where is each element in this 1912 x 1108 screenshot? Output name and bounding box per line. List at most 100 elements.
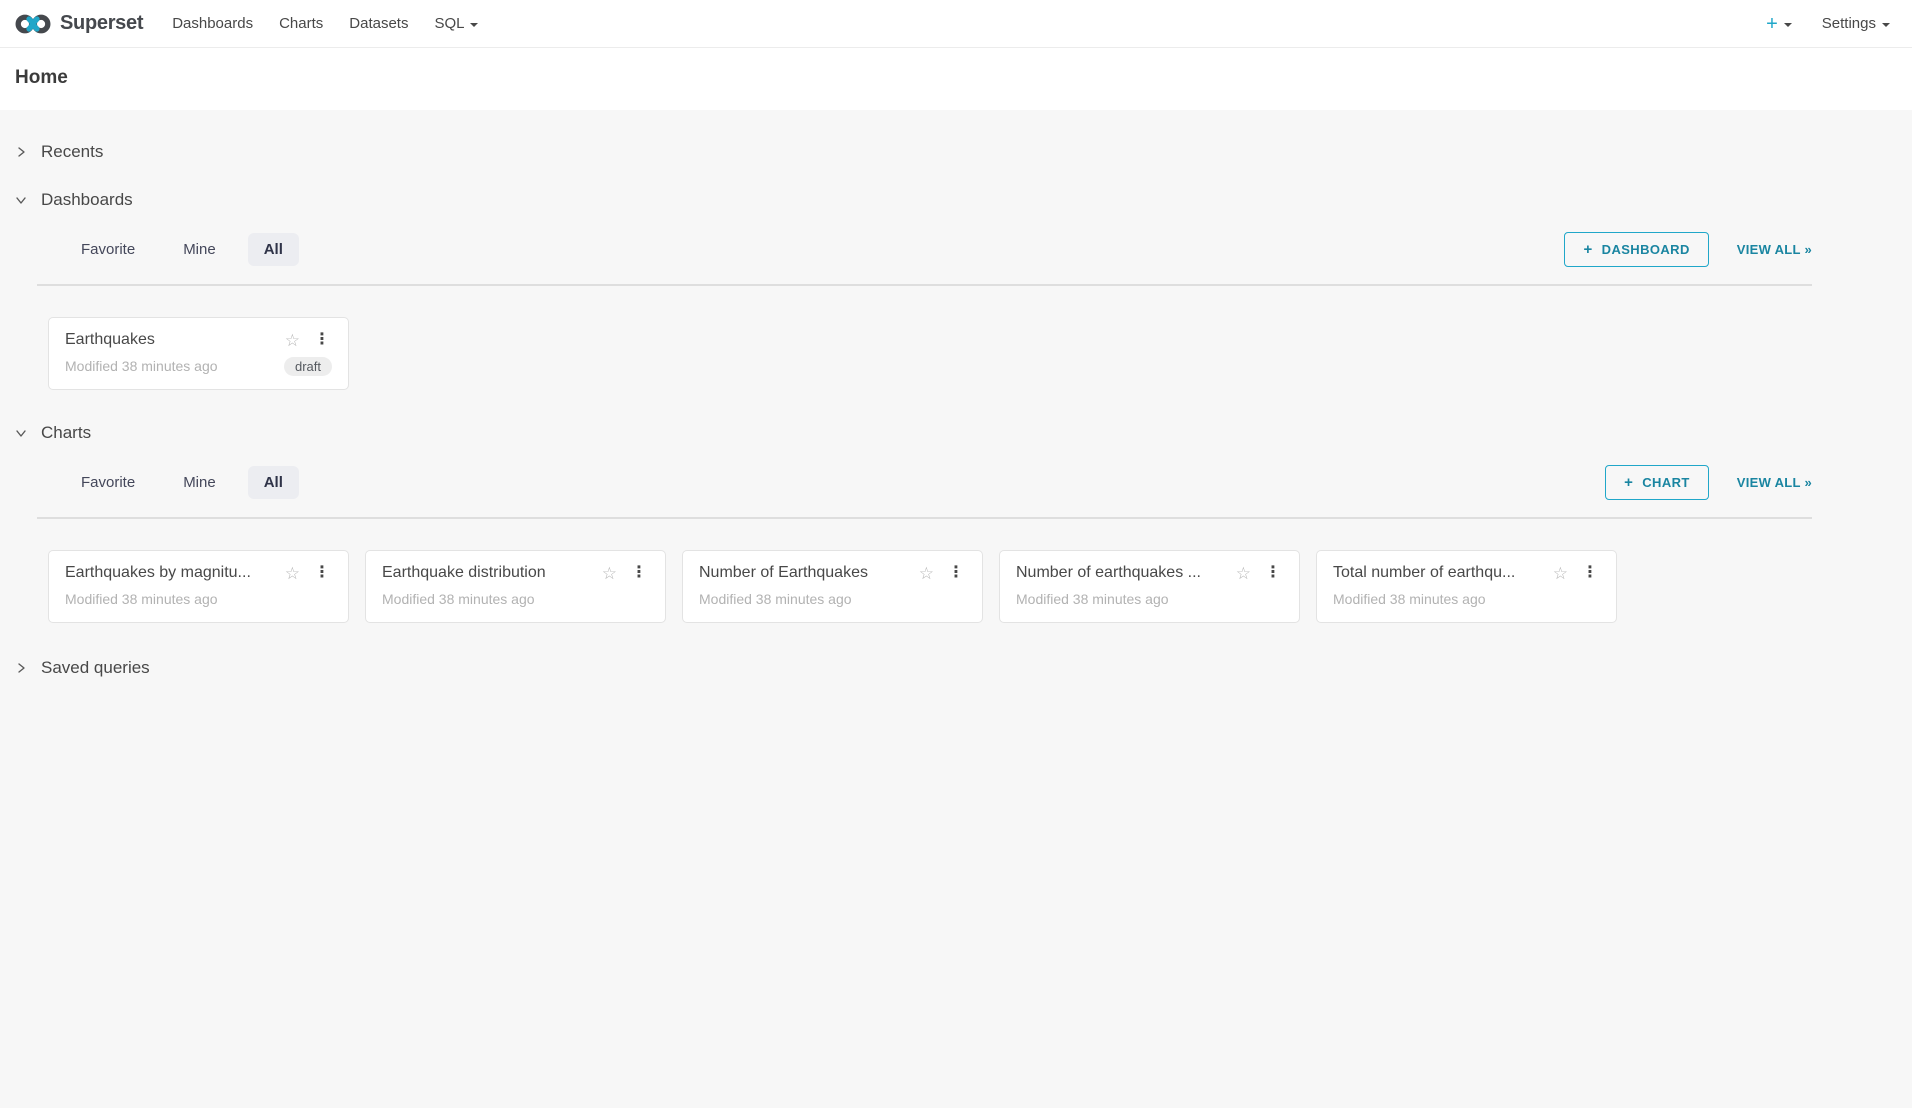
chart-card[interactable]: Earthquake distribution ☆ ⋮ Modified 38 … bbox=[365, 550, 666, 623]
card-header: Number of Earthquakes ☆ ⋮ bbox=[699, 564, 966, 582]
section-header-charts[interactable]: Charts bbox=[0, 421, 1912, 445]
modified-text: Modified 38 minutes ago bbox=[65, 358, 218, 374]
charts-submenu: Favorite Mine All + CHART VIEW ALL » bbox=[37, 465, 1812, 519]
kebab-menu-icon[interactable]: ⋮ bbox=[312, 332, 332, 348]
favorite-star-icon[interactable]: ☆ bbox=[598, 565, 621, 582]
modified-text: Modified 38 minutes ago bbox=[699, 591, 852, 607]
new-dashboard-button-label: DASHBOARD bbox=[1602, 242, 1690, 257]
nav-item-label: SQL bbox=[434, 15, 464, 32]
card-title: Earthquakes by magnitu... bbox=[65, 564, 273, 582]
nav-item-charts[interactable]: Charts bbox=[266, 0, 336, 48]
charts-actions: + CHART VIEW ALL » bbox=[1605, 465, 1812, 500]
view-all-charts-link[interactable]: VIEW ALL » bbox=[1737, 475, 1812, 490]
card-title: Number of Earthquakes bbox=[699, 564, 907, 582]
nav-item-label: Datasets bbox=[349, 15, 408, 32]
new-chart-button[interactable]: + CHART bbox=[1605, 465, 1709, 500]
dashboards-cards-row: Earthquakes ☆ ⋮ Modified 38 minutes ago … bbox=[37, 286, 1812, 390]
section-recents: Recents bbox=[0, 140, 1912, 164]
favorite-star-icon[interactable]: ☆ bbox=[915, 565, 938, 582]
modified-text: Modified 38 minutes ago bbox=[382, 591, 535, 607]
section-label: Recents bbox=[41, 142, 103, 162]
dashboards-actions: + DASHBOARD VIEW ALL » bbox=[1564, 232, 1812, 267]
chevron-right-icon bbox=[15, 146, 27, 158]
chevron-right-icon bbox=[15, 662, 27, 674]
kebab-menu-icon[interactable]: ⋮ bbox=[946, 565, 966, 581]
card-header: Earthquakes by magnitu... ☆ ⋮ bbox=[65, 564, 332, 582]
chevron-down-icon bbox=[15, 427, 27, 439]
settings-label: Settings bbox=[1822, 15, 1876, 32]
kebab-menu-icon[interactable]: ⋮ bbox=[1263, 565, 1283, 581]
plus-icon: + bbox=[1583, 242, 1592, 257]
section-dashboards: Dashboards Favorite Mine All + DASHBOARD… bbox=[0, 188, 1912, 390]
kebab-menu-icon[interactable]: ⋮ bbox=[629, 565, 649, 581]
nav-item-sql[interactable]: SQL bbox=[421, 0, 491, 48]
favorite-star-icon[interactable]: ☆ bbox=[1549, 565, 1572, 582]
card-footer: Modified 38 minutes ago bbox=[1333, 589, 1600, 609]
tab-mine[interactable]: Mine bbox=[167, 233, 232, 267]
superset-logo[interactable]: Superset bbox=[14, 11, 143, 37]
primary-nav: Dashboards Charts Datasets SQL bbox=[159, 0, 491, 48]
nav-item-datasets[interactable]: Datasets bbox=[336, 0, 421, 48]
charts-tabs: Favorite Mine All bbox=[65, 466, 299, 500]
card-footer: Modified 38 minutes ago bbox=[382, 589, 649, 609]
card-footer: Modified 38 minutes ago bbox=[699, 589, 966, 609]
card-header: Total number of earthqu... ☆ ⋮ bbox=[1333, 564, 1600, 582]
page-title-band: Home bbox=[0, 48, 1912, 110]
status-badge: draft bbox=[284, 357, 332, 376]
dashboard-card-earthquakes[interactable]: Earthquakes ☆ ⋮ Modified 38 minutes ago … bbox=[48, 317, 349, 390]
favorite-star-icon[interactable]: ☆ bbox=[281, 565, 304, 582]
favorite-star-icon[interactable]: ☆ bbox=[281, 332, 304, 349]
kebab-menu-icon[interactable]: ⋮ bbox=[312, 565, 332, 581]
card-title: Number of earthquakes ... bbox=[1016, 564, 1224, 582]
plus-icon: + bbox=[1624, 475, 1633, 490]
navbar-right: + Settings bbox=[1766, 14, 1898, 34]
favorite-star-icon[interactable]: ☆ bbox=[1232, 565, 1255, 582]
dashboards-submenu: Favorite Mine All + DASHBOARD VIEW ALL » bbox=[37, 232, 1812, 286]
tab-all[interactable]: All bbox=[248, 233, 299, 267]
section-label: Saved queries bbox=[41, 658, 150, 678]
dashboards-panel: Favorite Mine All + DASHBOARD VIEW ALL »… bbox=[37, 232, 1812, 390]
tab-favorite[interactable]: Favorite bbox=[65, 233, 151, 267]
card-title: Total number of earthqu... bbox=[1333, 564, 1541, 582]
section-header-saved-queries[interactable]: Saved queries bbox=[0, 656, 1912, 680]
view-all-dashboards-link[interactable]: VIEW ALL » bbox=[1737, 242, 1812, 257]
caret-down-icon bbox=[1784, 23, 1792, 27]
modified-text: Modified 38 minutes ago bbox=[1333, 591, 1486, 607]
chart-card[interactable]: Earthquakes by magnitu... ☆ ⋮ Modified 3… bbox=[48, 550, 349, 623]
chevron-down-icon bbox=[15, 194, 27, 206]
chart-card[interactable]: Number of Earthquakes ☆ ⋮ Modified 38 mi… bbox=[682, 550, 983, 623]
charts-cards-row: Earthquakes by magnitu... ☆ ⋮ Modified 3… bbox=[37, 519, 1812, 623]
brand-name: Superset bbox=[60, 12, 143, 35]
plus-icon: + bbox=[1766, 14, 1778, 34]
caret-down-icon bbox=[470, 23, 478, 27]
tab-all[interactable]: All bbox=[248, 466, 299, 500]
section-saved-queries: Saved queries bbox=[0, 656, 1912, 680]
settings-menu[interactable]: Settings bbox=[1822, 15, 1890, 32]
tab-mine[interactable]: Mine bbox=[167, 466, 232, 500]
page-title: Home bbox=[15, 67, 1897, 89]
chart-card[interactable]: Number of earthquakes ... ☆ ⋮ Modified 3… bbox=[999, 550, 1300, 623]
nav-item-dashboards[interactable]: Dashboards bbox=[159, 0, 266, 48]
card-header: Earthquakes ☆ ⋮ bbox=[65, 331, 332, 349]
card-footer: Modified 38 minutes ago bbox=[1016, 589, 1283, 609]
card-header: Number of earthquakes ... ☆ ⋮ bbox=[1016, 564, 1283, 582]
section-charts: Charts Favorite Mine All + CHART VIEW AL… bbox=[0, 421, 1912, 623]
section-label: Dashboards bbox=[41, 190, 133, 210]
chart-card[interactable]: Total number of earthqu... ☆ ⋮ Modified … bbox=[1316, 550, 1617, 623]
new-item-menu[interactable]: + bbox=[1766, 14, 1792, 34]
caret-down-icon bbox=[1882, 23, 1890, 27]
section-header-dashboards[interactable]: Dashboards bbox=[0, 188, 1912, 212]
section-label: Charts bbox=[41, 423, 91, 443]
superset-infinity-icon bbox=[14, 11, 52, 37]
nav-item-label: Dashboards bbox=[172, 15, 253, 32]
new-dashboard-button[interactable]: + DASHBOARD bbox=[1564, 232, 1708, 267]
dashboards-tabs: Favorite Mine All bbox=[65, 233, 299, 267]
charts-panel: Favorite Mine All + CHART VIEW ALL » Ear… bbox=[37, 465, 1812, 623]
card-footer: Modified 38 minutes ago draft bbox=[65, 356, 332, 376]
nav-item-label: Charts bbox=[279, 15, 323, 32]
section-header-recents[interactable]: Recents bbox=[0, 140, 1912, 164]
new-chart-button-label: CHART bbox=[1642, 475, 1690, 490]
kebab-menu-icon[interactable]: ⋮ bbox=[1580, 565, 1600, 581]
tab-favorite[interactable]: Favorite bbox=[65, 466, 151, 500]
modified-text: Modified 38 minutes ago bbox=[65, 591, 218, 607]
